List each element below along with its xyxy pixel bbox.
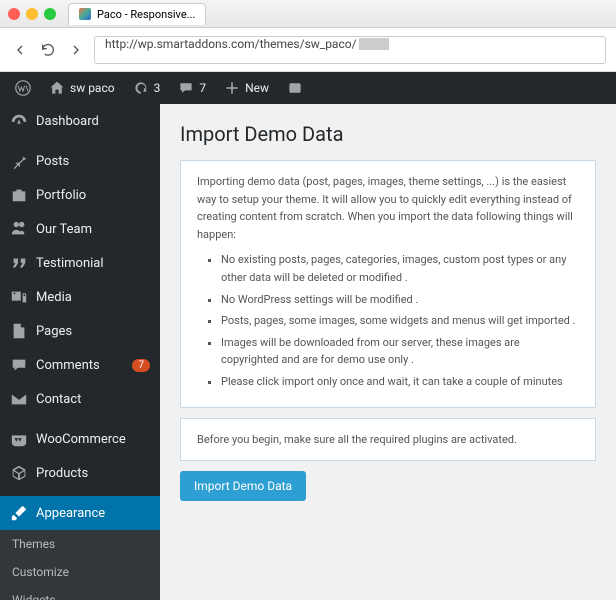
- close-window-icon[interactable]: [8, 8, 20, 20]
- notice-list-item: No existing posts, pages, categories, im…: [221, 251, 579, 286]
- notice-list-item: Images will be downloaded from our serve…: [221, 334, 579, 369]
- notice-list: No existing posts, pages, categories, im…: [197, 251, 579, 390]
- sidebar-item-label: Our Team: [36, 222, 92, 237]
- gauge-icon: [10, 112, 28, 130]
- sidebar-item-label: Media: [36, 290, 72, 305]
- sidebar-item-our-team[interactable]: Our Team: [0, 212, 160, 246]
- sidebar-item-comments[interactable]: Comments 7: [0, 348, 160, 382]
- sidebar-item-label: WooCommerce: [36, 432, 126, 447]
- sidebar-item-label: Comments: [36, 358, 100, 373]
- url-text: http://wp.smartaddons.com/themes/sw_paco…: [105, 37, 357, 51]
- favicon-icon: [79, 8, 91, 20]
- wp-adminbar: sw paco 3 7 New: [0, 72, 616, 104]
- notice-list-item: Please click import only once and wait, …: [221, 373, 579, 391]
- browser-titlebar: Paco - Responsive...: [0, 0, 616, 28]
- submenu-item-widgets[interactable]: Widgets: [0, 586, 160, 600]
- sidebar-item-woocommerce[interactable]: WooCommerce: [0, 422, 160, 456]
- notice-intro: Importing demo data (post, pages, images…: [197, 173, 579, 243]
- seo-icon[interactable]: [280, 72, 310, 104]
- window-controls: [8, 8, 56, 20]
- sidebar-item-label: Contact: [36, 392, 81, 407]
- admin-sidebar: Dashboard Posts Portfolio Our Team Testimoni…: [0, 104, 160, 600]
- woo-icon: [10, 430, 28, 448]
- sidebar-item-label: Portfolio: [36, 188, 86, 203]
- new-content-link[interactable]: New: [217, 72, 276, 104]
- browser-toolbar: http://wp.smartaddons.com/themes/sw_paco…: [0, 28, 616, 72]
- pin-icon: [10, 152, 28, 170]
- sidebar-item-label: Testimonial: [36, 256, 104, 271]
- info-notice: Importing demo data (post, pages, images…: [180, 160, 596, 408]
- media-icon: [10, 288, 28, 306]
- sidebar-item-label: Pages: [36, 324, 72, 339]
- back-button[interactable]: [10, 40, 30, 60]
- sidebar-item-products[interactable]: Products: [0, 456, 160, 490]
- cube-icon: [10, 464, 28, 482]
- browser-tab[interactable]: Paco - Responsive...: [68, 3, 206, 25]
- main-content: Import Demo Data Importing demo data (po…: [160, 104, 616, 600]
- comment-icon: [10, 356, 28, 374]
- sidebar-item-label: Products: [36, 466, 88, 481]
- warning-notice: Before you begin, make sure all the requ…: [180, 418, 596, 462]
- warning-text: Before you begin, make sure all the requ…: [197, 433, 517, 446]
- reload-button[interactable]: [38, 40, 58, 60]
- sidebar-item-dashboard[interactable]: Dashboard: [0, 104, 160, 138]
- sidebar-item-portfolio[interactable]: Portfolio: [0, 178, 160, 212]
- mail-icon: [10, 390, 28, 408]
- site-name-link[interactable]: sw paco: [42, 72, 122, 104]
- sidebar-item-label: Dashboard: [36, 114, 99, 129]
- team-icon: [10, 220, 28, 238]
- updates-link[interactable]: 3: [126, 72, 168, 104]
- import-demo-button[interactable]: Import Demo Data: [180, 471, 306, 501]
- notice-list-item: No WordPress settings will be modified .: [221, 291, 579, 309]
- forward-button[interactable]: [66, 40, 86, 60]
- sidebar-item-label: Appearance: [36, 506, 105, 521]
- submenu-item-themes[interactable]: Themes: [0, 530, 160, 558]
- address-bar[interactable]: http://wp.smartaddons.com/themes/sw_paco…: [94, 36, 606, 64]
- notice-list-item: Posts, pages, some images, some widgets …: [221, 312, 579, 330]
- sidebar-item-pages[interactable]: Pages: [0, 314, 160, 348]
- sidebar-submenu: ThemesCustomizeWidgetsMenusHeaderBackgro…: [0, 530, 160, 600]
- sidebar-item-label: Posts: [36, 154, 69, 169]
- url-masked: [359, 38, 389, 50]
- wp-logo[interactable]: [8, 72, 38, 104]
- sidebar-item-appearance[interactable]: Appearance: [0, 496, 160, 530]
- page-title: Import Demo Data: [180, 122, 596, 146]
- minimize-window-icon[interactable]: [26, 8, 38, 20]
- sidebar-item-testimonial[interactable]: Testimonial: [0, 246, 160, 280]
- sidebar-badge: 7: [132, 359, 150, 372]
- comments-link[interactable]: 7: [171, 72, 213, 104]
- quote-icon: [10, 254, 28, 272]
- maximize-window-icon[interactable]: [44, 8, 56, 20]
- submenu-item-customize[interactable]: Customize: [0, 558, 160, 586]
- portfolio-icon: [10, 186, 28, 204]
- page-icon: [10, 322, 28, 340]
- sidebar-item-media[interactable]: Media: [0, 280, 160, 314]
- tab-title: Paco - Responsive...: [97, 8, 195, 21]
- brush-icon: [10, 504, 28, 522]
- sidebar-item-contact[interactable]: Contact: [0, 382, 160, 416]
- sidebar-item-posts[interactable]: Posts: [0, 144, 160, 178]
